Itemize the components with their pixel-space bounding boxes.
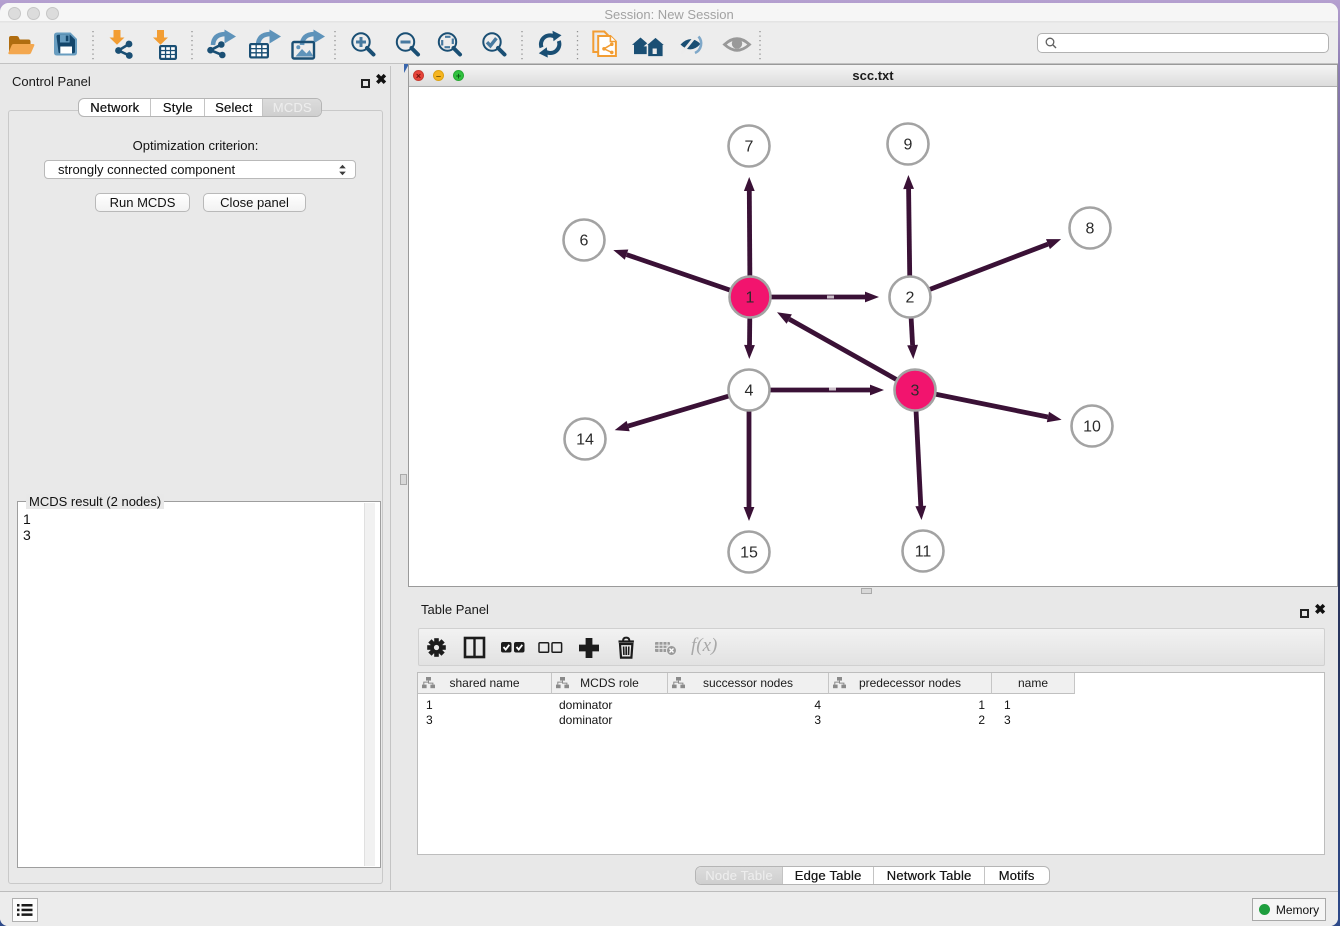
svg-text:2: 2: [906, 290, 915, 307]
svg-text:10: 10: [1083, 419, 1101, 436]
svg-text:6: 6: [580, 233, 589, 250]
svg-text:3: 3: [911, 383, 920, 400]
svg-text:4: 4: [745, 383, 754, 400]
svg-text:11: 11: [915, 544, 932, 561]
svg-text:7: 7: [745, 139, 754, 156]
svg-text:1: 1: [746, 290, 755, 307]
svg-text:15: 15: [740, 545, 758, 562]
svg-text:9: 9: [904, 137, 913, 154]
svg-text:8: 8: [1086, 221, 1095, 238]
svg-text:14: 14: [576, 432, 594, 449]
